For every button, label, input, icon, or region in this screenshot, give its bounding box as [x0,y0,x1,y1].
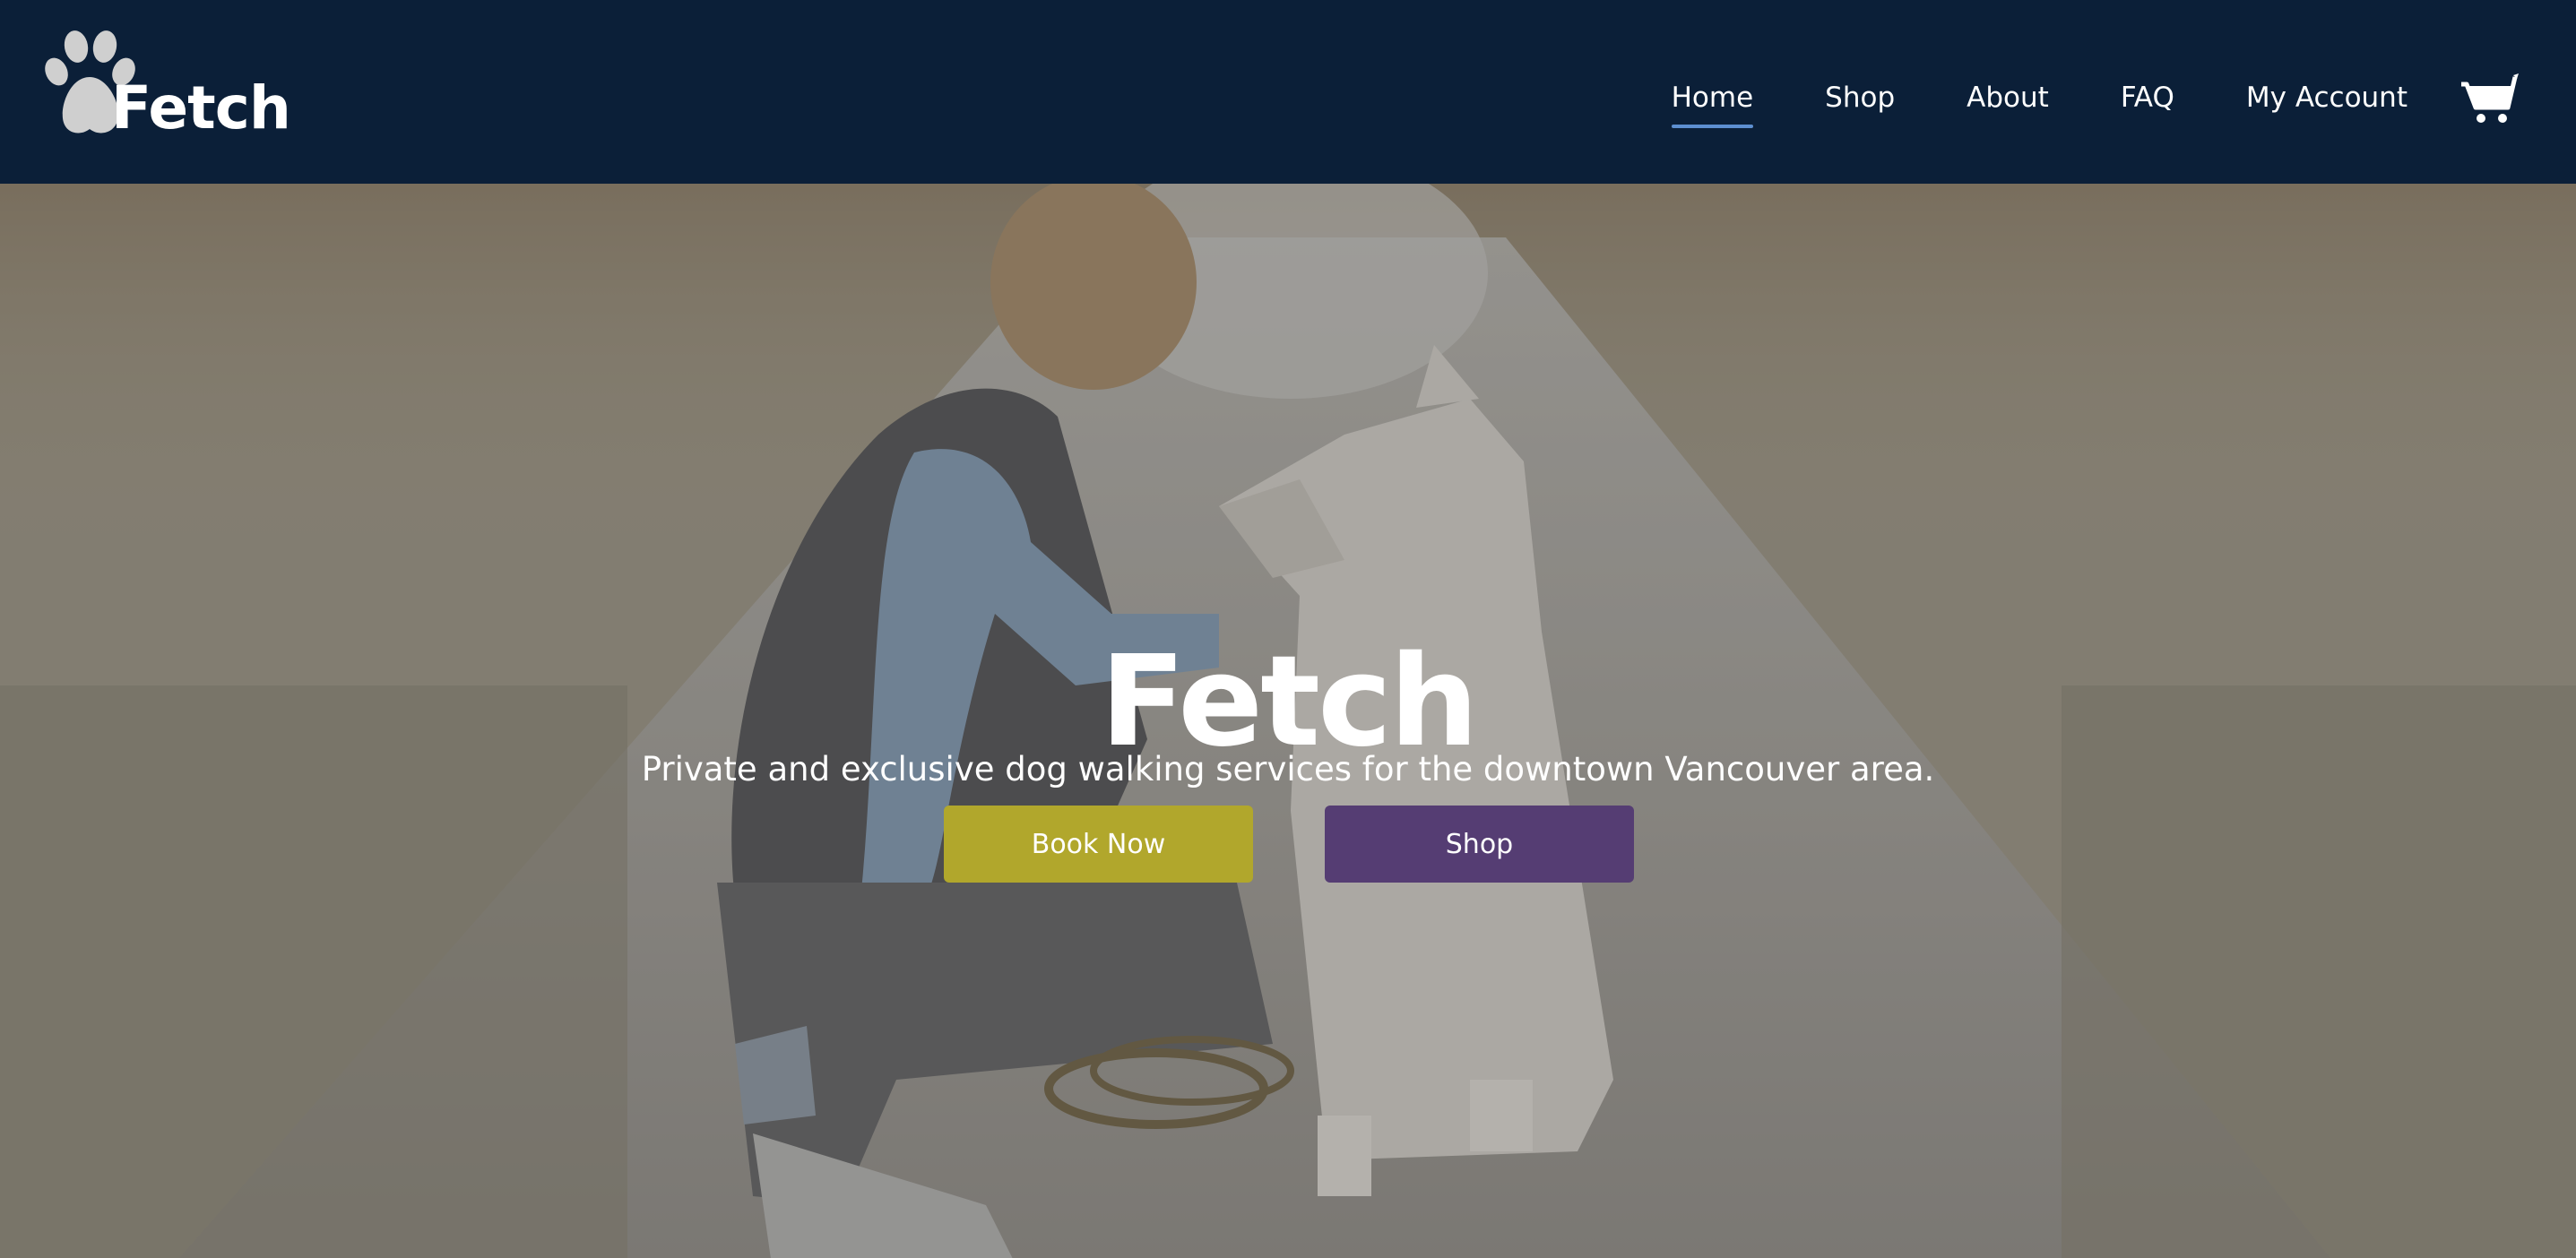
hero-section: Fetch Private and exclusive dog walking … [0,184,2576,1258]
hero-title: Fetch [1100,628,1479,775]
brand-name: Fetch [111,73,291,142]
brand-logo[interactable]: Fetch [36,25,291,151]
navbar: Fetch Home Shop About FAQ My Account [0,0,2576,184]
book-now-button[interactable]: Book Now [944,806,1253,883]
hero-subtitle: Private and exclusive dog walking servic… [641,750,1935,788]
nav-shop[interactable]: Shop [1825,84,1895,112]
nav-about[interactable]: About [1967,84,2049,112]
main-nav: Home Shop About FAQ My Account [1671,84,2407,128]
nav-faq[interactable]: FAQ [2121,84,2174,112]
shopping-cart-icon[interactable] [2461,72,2524,125]
shop-button[interactable]: Shop [1325,806,1634,883]
nav-my-account[interactable]: My Account [2246,84,2407,112]
nav-home[interactable]: Home [1671,84,1753,128]
